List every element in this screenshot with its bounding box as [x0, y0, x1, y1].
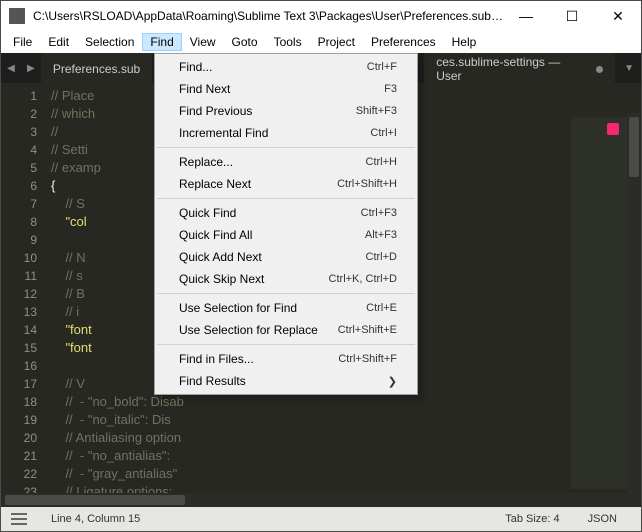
maximize-button[interactable]: ☐ — [549, 1, 595, 31]
line-gutter: 1234567891011121314151617181920212223 — [1, 83, 45, 493]
find-menu-item[interactable]: Replace NextCtrl+Shift+H — [155, 173, 417, 195]
menu-goto[interactable]: Goto — [224, 33, 266, 51]
menu-item-label: Find Results — [179, 374, 388, 388]
menu-item-label: Use Selection for Replace — [179, 323, 338, 337]
window-title: C:\Users\RSLOAD\AppData\Roaming\Sublime … — [33, 9, 503, 23]
menu-item-label: Replace Next — [179, 177, 337, 191]
menu-item-shortcut: Ctrl+F — [367, 61, 397, 73]
tab-dirty-icon — [596, 66, 603, 73]
menu-preferences[interactable]: Preferences — [363, 33, 444, 51]
tab-preferences-right[interactable]: ces.sublime-settings — User — [424, 53, 615, 83]
menu-item-shortcut: Ctrl+H — [366, 156, 397, 168]
menu-selection[interactable]: Selection — [77, 33, 142, 51]
horizontal-scrollbar[interactable] — [1, 493, 641, 507]
find-menu-item[interactable]: Replace...Ctrl+H — [155, 151, 417, 173]
find-menu-item[interactable]: Find Results❯ — [155, 370, 417, 392]
find-menu-item[interactable]: Find NextF3 — [155, 78, 417, 100]
app-icon — [9, 8, 25, 24]
menu-item-label: Quick Add Next — [179, 250, 366, 264]
menu-file[interactable]: File — [5, 33, 40, 51]
menu-item-label: Quick Find All — [179, 228, 365, 242]
menu-item-label: Quick Skip Next — [179, 272, 329, 286]
menu-help[interactable]: Help — [444, 33, 485, 51]
status-bar: Line 4, Column 15 Tab Size: 4 JSON — [1, 507, 641, 531]
tab-preferences-left[interactable]: Preferences.sub — [41, 53, 152, 83]
menu-tools[interactable]: Tools — [266, 33, 310, 51]
editor-area: ◀ ▶ Preferences.sub ces.sublime-settings… — [1, 53, 641, 507]
menu-bar: FileEditSelectionFindViewGotoToolsProjec… — [1, 31, 641, 53]
menu-find[interactable]: Find — [142, 33, 181, 51]
find-menu-item[interactable]: Use Selection for ReplaceCtrl+Shift+E — [155, 319, 417, 341]
menu-item-shortcut: Ctrl+Shift+H — [337, 178, 397, 190]
find-menu-item[interactable]: Quick Add NextCtrl+D — [155, 246, 417, 268]
tab-overflow-icon[interactable]: ▼ — [617, 53, 641, 83]
menu-item-shortcut: Ctrl+K, Ctrl+D — [329, 273, 397, 285]
menu-item-label: Find Previous — [179, 104, 356, 118]
menu-item-shortcut: Ctrl+I — [370, 127, 397, 139]
find-menu-item[interactable]: Find...Ctrl+F — [155, 56, 417, 78]
menu-item-label: Replace... — [179, 155, 366, 169]
menu-item-label: Quick Find — [179, 206, 361, 220]
vertical-scroll-thumb[interactable] — [629, 117, 639, 177]
menu-item-label: Find Next — [179, 82, 384, 96]
status-tab-size[interactable]: Tab Size: 4 — [491, 513, 573, 525]
tab-scroll-right-icon[interactable]: ▶ — [21, 53, 41, 83]
submenu-arrow-icon: ❯ — [388, 375, 397, 388]
panel-switcher-icon[interactable] — [11, 513, 27, 525]
minimize-button[interactable]: — — [503, 1, 549, 31]
find-menu-item[interactable]: Quick FindCtrl+F3 — [155, 202, 417, 224]
horizontal-scroll-thumb[interactable] — [5, 495, 185, 505]
menu-item-shortcut: Ctrl+Shift+E — [338, 324, 397, 336]
menu-item-shortcut: Shift+F3 — [356, 105, 397, 117]
find-menu-item[interactable]: Find in Files...Ctrl+Shift+F — [155, 348, 417, 370]
menu-view[interactable]: View — [182, 33, 224, 51]
tab-label: ces.sublime-settings — User — [436, 55, 588, 83]
menu-item-label: Incremental Find — [179, 126, 370, 140]
find-menu-item[interactable]: Find PreviousShift+F3 — [155, 100, 417, 122]
find-menu-item[interactable]: Incremental FindCtrl+I — [155, 122, 417, 144]
menu-item-shortcut: Ctrl+F3 — [361, 207, 397, 219]
menu-item-shortcut: Ctrl+D — [366, 251, 397, 263]
status-position[interactable]: Line 4, Column 15 — [37, 513, 154, 525]
vertical-scrollbar[interactable] — [627, 113, 641, 493]
minimap[interactable] — [571, 117, 627, 489]
find-menu: Find...Ctrl+FFind NextF3Find PreviousShi… — [154, 53, 418, 395]
tab-scroll-left-icon[interactable]: ◀ — [1, 53, 21, 83]
menu-item-label: Find... — [179, 60, 367, 74]
title-bar: C:\Users\RSLOAD\AppData\Roaming\Sublime … — [1, 1, 641, 31]
menu-item-label: Find in Files... — [179, 352, 338, 366]
menu-item-shortcut: Ctrl+E — [366, 302, 397, 314]
dirty-indicator-icon — [607, 123, 619, 135]
menu-item-shortcut: Ctrl+Shift+F — [338, 353, 397, 365]
status-syntax[interactable]: JSON — [574, 513, 631, 525]
menu-item-shortcut: Alt+F3 — [365, 229, 397, 241]
menu-item-label: Use Selection for Find — [179, 301, 366, 315]
find-menu-item[interactable]: Quick Find AllAlt+F3 — [155, 224, 417, 246]
menu-project[interactable]: Project — [310, 33, 363, 51]
find-menu-item[interactable]: Use Selection for FindCtrl+E — [155, 297, 417, 319]
menu-edit[interactable]: Edit — [40, 33, 77, 51]
tab-label: Preferences.sub — [53, 62, 140, 76]
close-button[interactable]: ✕ — [595, 1, 641, 31]
menu-item-shortcut: F3 — [384, 83, 397, 95]
find-menu-item[interactable]: Quick Skip NextCtrl+K, Ctrl+D — [155, 268, 417, 290]
